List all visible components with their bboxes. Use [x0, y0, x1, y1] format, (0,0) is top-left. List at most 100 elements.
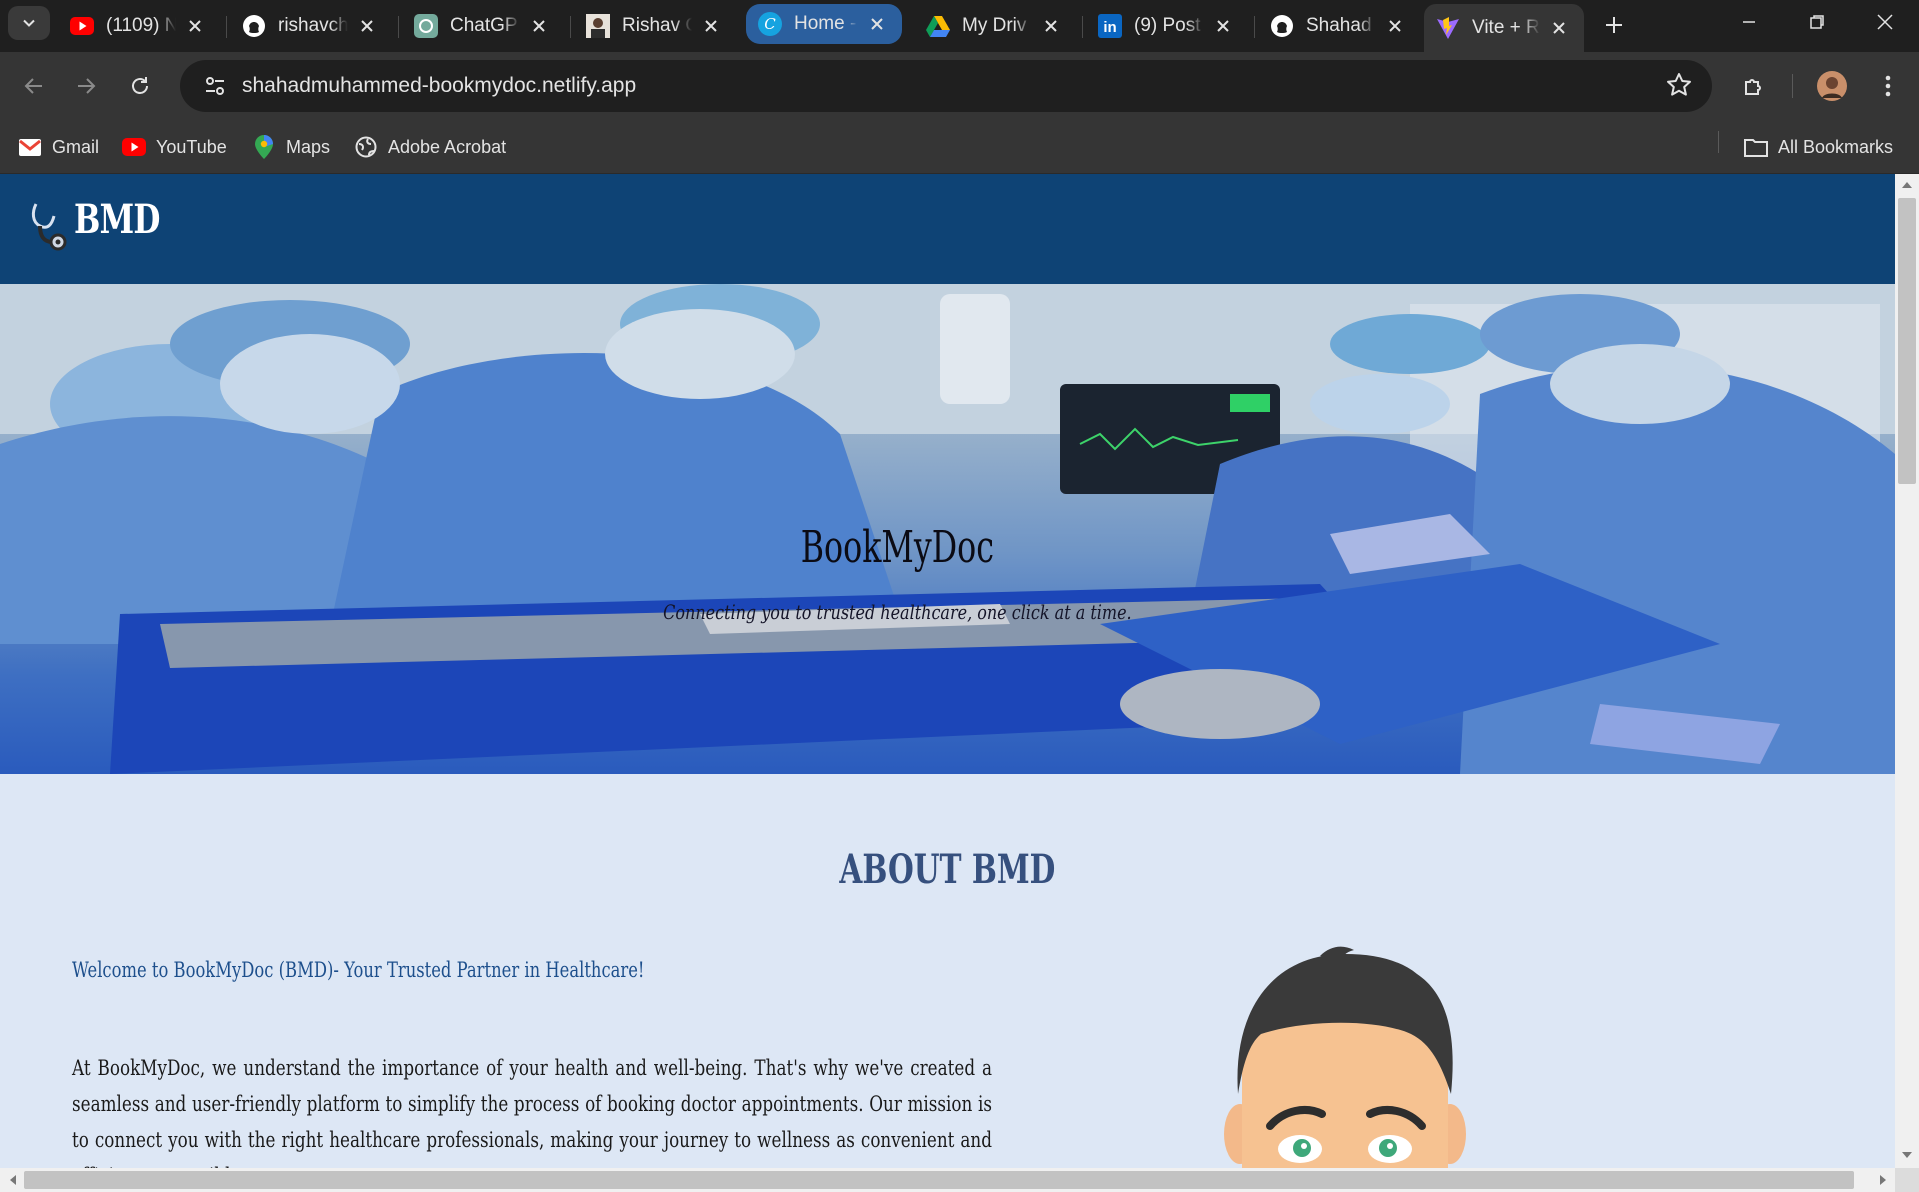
tab-strip: (1109) N rishavch ChatGP Rishav C C Home…: [0, 0, 1919, 52]
minimize-icon: [1743, 21, 1755, 23]
scroll-right-arrow-icon[interactable]: [1878, 1174, 1888, 1186]
gmail-icon: [18, 135, 42, 159]
bookmark-label: Gmail: [52, 136, 100, 157]
bookmark-label: YouTube: [156, 136, 227, 157]
maps-icon: [252, 135, 276, 159]
close-icon: [1877, 14, 1893, 30]
tab-label: Shahad: [1306, 15, 1372, 36]
all-bookmarks-button[interactable]: All Bookmarks: [1744, 132, 1893, 162]
bookmark-youtube[interactable]: YouTube: [122, 132, 227, 162]
close-icon[interactable]: [700, 15, 722, 37]
arrow-left-icon: [24, 78, 42, 94]
globe-icon: [354, 135, 378, 159]
google-drive-icon: [926, 14, 950, 38]
github-icon: [242, 14, 266, 38]
kebab-menu-icon: [1885, 75, 1891, 97]
scroll-up-arrow-icon[interactable]: [1901, 180, 1913, 190]
puzzle-icon: [1745, 79, 1761, 95]
new-tab-button[interactable]: [1594, 8, 1634, 42]
tab-label: rishavch: [278, 15, 348, 36]
chevron-down-icon: [23, 19, 35, 27]
horizontal-scroll-thumb[interactable]: [24, 1171, 1854, 1189]
youtube-icon: [70, 14, 94, 38]
tab-label: Rishav C: [622, 15, 692, 36]
bookmark-adobe-acrobat[interactable]: Adobe Acrobat: [354, 132, 506, 162]
bookmark-label: Maps: [286, 136, 331, 157]
chatgpt-icon: [414, 14, 438, 38]
tab-label: My Driv: [962, 15, 1027, 36]
reload-icon: [132, 77, 148, 94]
about-welcome-text: Welcome to BookMyDoc (BMD)- Your Trusted…: [72, 958, 645, 982]
site-navbar: BMD: [0, 174, 1895, 284]
address-bar[interactable]: shahadmuhammed-bookmydoc.netlify.app: [180, 60, 1712, 112]
doctor-cartoon-illustration: [1224, 946, 1466, 1168]
bookmarks-bar: Gmail YouTube Maps Adobe Acrobat All Boo…: [0, 120, 1919, 174]
canva-icon: C: [758, 12, 782, 36]
all-bookmarks-label: All Bookmarks: [1778, 136, 1894, 157]
tab-github-rishav[interactable]: rishavch: [230, 4, 392, 48]
bookmark-gmail[interactable]: Gmail: [18, 132, 99, 162]
tab-chatgpt[interactable]: ChatGP: [402, 4, 564, 48]
scroll-down-arrow-icon[interactable]: [1901, 1150, 1913, 1160]
folder-icon: [1744, 135, 1768, 159]
tab-label: ChatGP: [450, 15, 518, 36]
stethoscope-logo-icon[interactable]: [28, 200, 68, 252]
bookmark-label: Adobe Acrobat: [388, 136, 507, 157]
tab-linkedin[interactable]: in (9) Post: [1086, 4, 1248, 48]
restore-button[interactable]: [1784, 0, 1850, 44]
close-icon[interactable]: [1040, 15, 1062, 37]
vite-icon: [1436, 16, 1460, 40]
tab-label: (1109) N: [106, 15, 176, 36]
close-icon[interactable]: [184, 15, 206, 37]
extensions-button[interactable]: [1732, 64, 1776, 108]
linkedin-icon: in: [1098, 14, 1122, 38]
arrow-right-icon: [78, 78, 96, 94]
restore-icon: [1810, 15, 1824, 29]
tab-google-drive[interactable]: My Driv: [914, 4, 1076, 48]
hero-banner: BookMyDoc Connecting you to trusted heal…: [0, 284, 1895, 774]
close-icon[interactable]: [528, 15, 550, 37]
bookmark-star-icon[interactable]: [1666, 72, 1692, 103]
github-icon: [1270, 14, 1294, 38]
scroll-left-arrow-icon[interactable]: [8, 1174, 18, 1186]
reload-button[interactable]: [118, 64, 162, 108]
plus-icon: [1606, 17, 1622, 33]
url-text: shahadmuhammed-bookmydoc.netlify.app: [242, 74, 637, 97]
scrollbar-corner: [1895, 1168, 1919, 1192]
tab-github-shahad[interactable]: Shahad: [1258, 4, 1420, 48]
tab-vite-active[interactable]: Vite + R: [1424, 4, 1584, 52]
close-icon[interactable]: [866, 13, 888, 35]
close-icon[interactable]: [1548, 17, 1570, 39]
about-body-text: At BookMyDoc, we understand the importan…: [72, 1056, 992, 1168]
profile-photo-icon: [586, 14, 610, 38]
tab-canva-home[interactable]: C Home -: [746, 4, 902, 44]
tab-label: Vite + R: [1472, 17, 1540, 38]
page-viewport: BMD BookMyDoc Connecting you to trusted …: [0, 174, 1895, 1168]
svg-text:C: C: [764, 15, 776, 33]
about-heading: ABOUT BMD: [839, 846, 1056, 893]
profile-avatar-button[interactable]: [1810, 64, 1854, 108]
close-icon[interactable]: [356, 15, 378, 37]
browser-toolbar: shahadmuhammed-bookmydoc.netlify.app: [0, 52, 1919, 120]
hero-subtitle: Connecting you to trusted healthcare, on…: [663, 600, 1132, 624]
tab-label: Home -: [794, 13, 857, 34]
tab-label: (9) Post: [1134, 15, 1201, 36]
site-info-icon[interactable]: [188, 75, 242, 97]
close-icon[interactable]: [1384, 15, 1406, 37]
hero-title: BookMyDoc: [800, 522, 994, 573]
back-button[interactable]: [12, 64, 56, 108]
tab-rishav-profile[interactable]: Rishav C: [574, 4, 736, 48]
minimize-button[interactable]: [1716, 0, 1782, 44]
site-brand[interactable]: BMD: [74, 196, 160, 243]
svg-text:in: in: [1103, 19, 1116, 36]
tab-search-button[interactable]: [8, 6, 50, 40]
tab-youtube[interactable]: (1109) N: [58, 4, 220, 48]
browser-menu-button[interactable]: [1866, 64, 1910, 108]
close-window-button[interactable]: [1852, 0, 1918, 44]
youtube-icon: [122, 135, 146, 159]
avatar: [1817, 71, 1847, 101]
vertical-scroll-thumb[interactable]: [1898, 198, 1916, 484]
forward-button[interactable]: [64, 64, 108, 108]
close-icon[interactable]: [1212, 15, 1234, 37]
bookmark-maps[interactable]: Maps: [252, 132, 330, 162]
